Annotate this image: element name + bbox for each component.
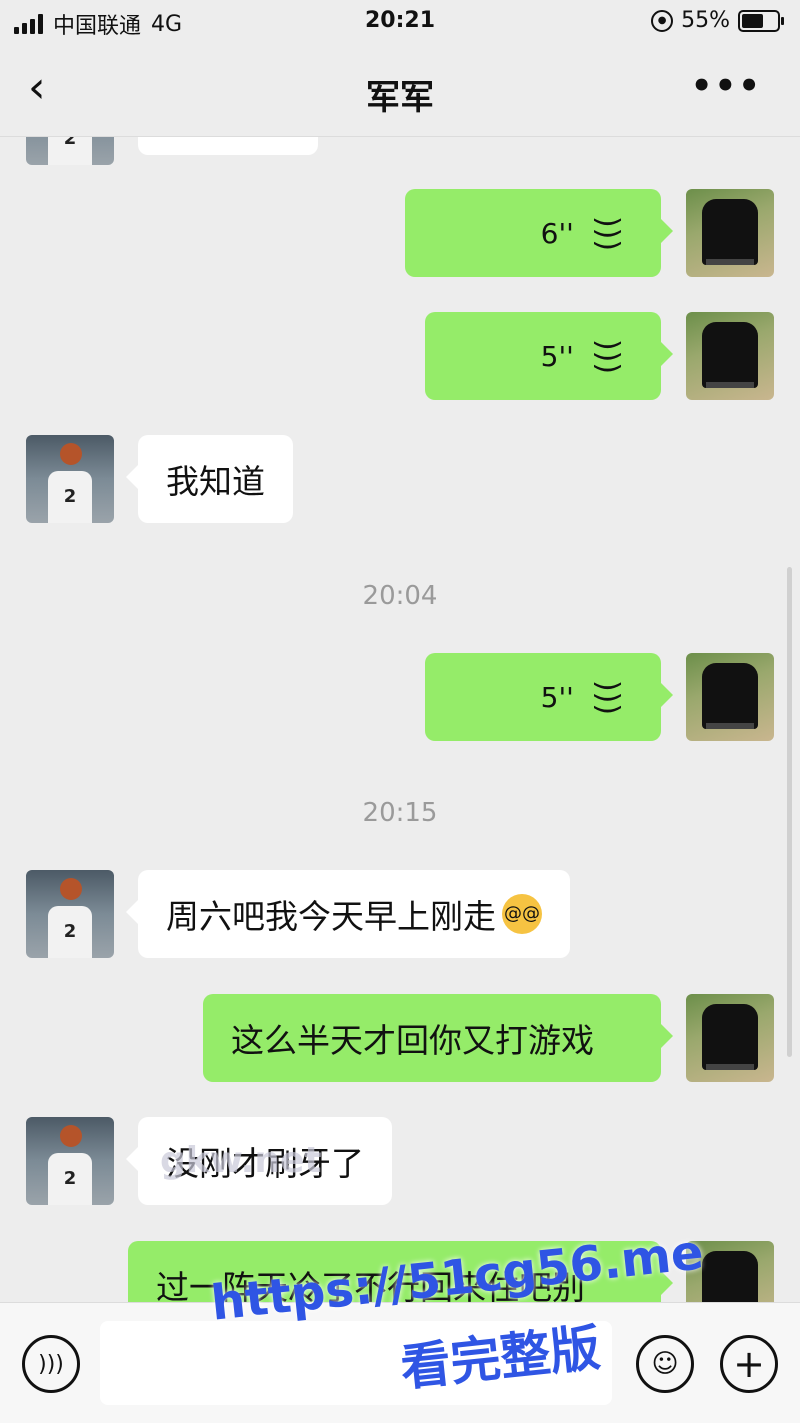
message-text: 周六吧我今天早上刚走	[166, 897, 496, 936]
plus-icon[interactable]: +	[720, 1335, 778, 1393]
emoji-icon[interactable]: ☺	[636, 1335, 694, 1393]
battery-icon	[738, 9, 784, 32]
message-bubble-partial[interactable]	[138, 137, 318, 155]
message-timestamp: 20:15	[362, 798, 438, 828]
voice-duration: 5''	[540, 680, 574, 714]
voice-wave-icon: )))	[589, 679, 625, 715]
chat-title: 军军	[366, 78, 434, 118]
avatar-contact[interactable]: 2	[26, 870, 114, 958]
voice-message[interactable]: 5'' )))	[425, 653, 673, 741]
text-message[interactable]: 这么半天才回你又打游戏	[203, 994, 673, 1082]
text-message[interactable]: 周六吧我今天早上刚走 @@	[126, 870, 570, 958]
rotation-lock-icon: ●	[651, 9, 674, 32]
voice-message[interactable]: 6'' )))	[405, 189, 673, 277]
avatar-self[interactable]	[686, 653, 774, 741]
avatar-self[interactable]	[686, 312, 774, 400]
voice-wave-icon: )))	[589, 215, 625, 251]
status-bar: 中国联通 4G 20:21 ● 55%	[0, 0, 800, 44]
text-message[interactable]: 我知道	[126, 435, 293, 523]
voice-wave-icon: )))	[589, 338, 625, 374]
dizzy-face-emoji-icon: @@	[502, 894, 542, 934]
avatar-contact[interactable]: 2	[26, 435, 114, 523]
avatar-self[interactable]	[686, 189, 774, 277]
voice-duration: 6''	[540, 216, 574, 250]
watermark-faint: gkw.net	[160, 1140, 322, 1181]
avatar-contact[interactable]: 2	[26, 137, 114, 165]
message-text: 我知道	[166, 462, 265, 501]
message-text: 这么半天才回你又打游戏	[231, 1021, 594, 1060]
voice-input-icon[interactable]: )))	[22, 1335, 80, 1393]
voice-duration: 5''	[540, 339, 574, 373]
message-timestamp: 20:04	[362, 581, 438, 611]
avatar-self[interactable]	[686, 994, 774, 1082]
message-list[interactable]: 2 6'' ))) 5'' ))) 2 我知道 20:04 5'' ))) 20…	[0, 137, 800, 1302]
more-options-button[interactable]: •••	[691, 66, 762, 106]
avatar-contact[interactable]: 2	[26, 1117, 114, 1205]
battery-percent: 55%	[681, 8, 730, 33]
chat-header: ‹ 军军 •••	[0, 44, 800, 137]
voice-message[interactable]: 5'' )))	[425, 312, 673, 400]
scrollbar[interactable]	[787, 567, 792, 1057]
